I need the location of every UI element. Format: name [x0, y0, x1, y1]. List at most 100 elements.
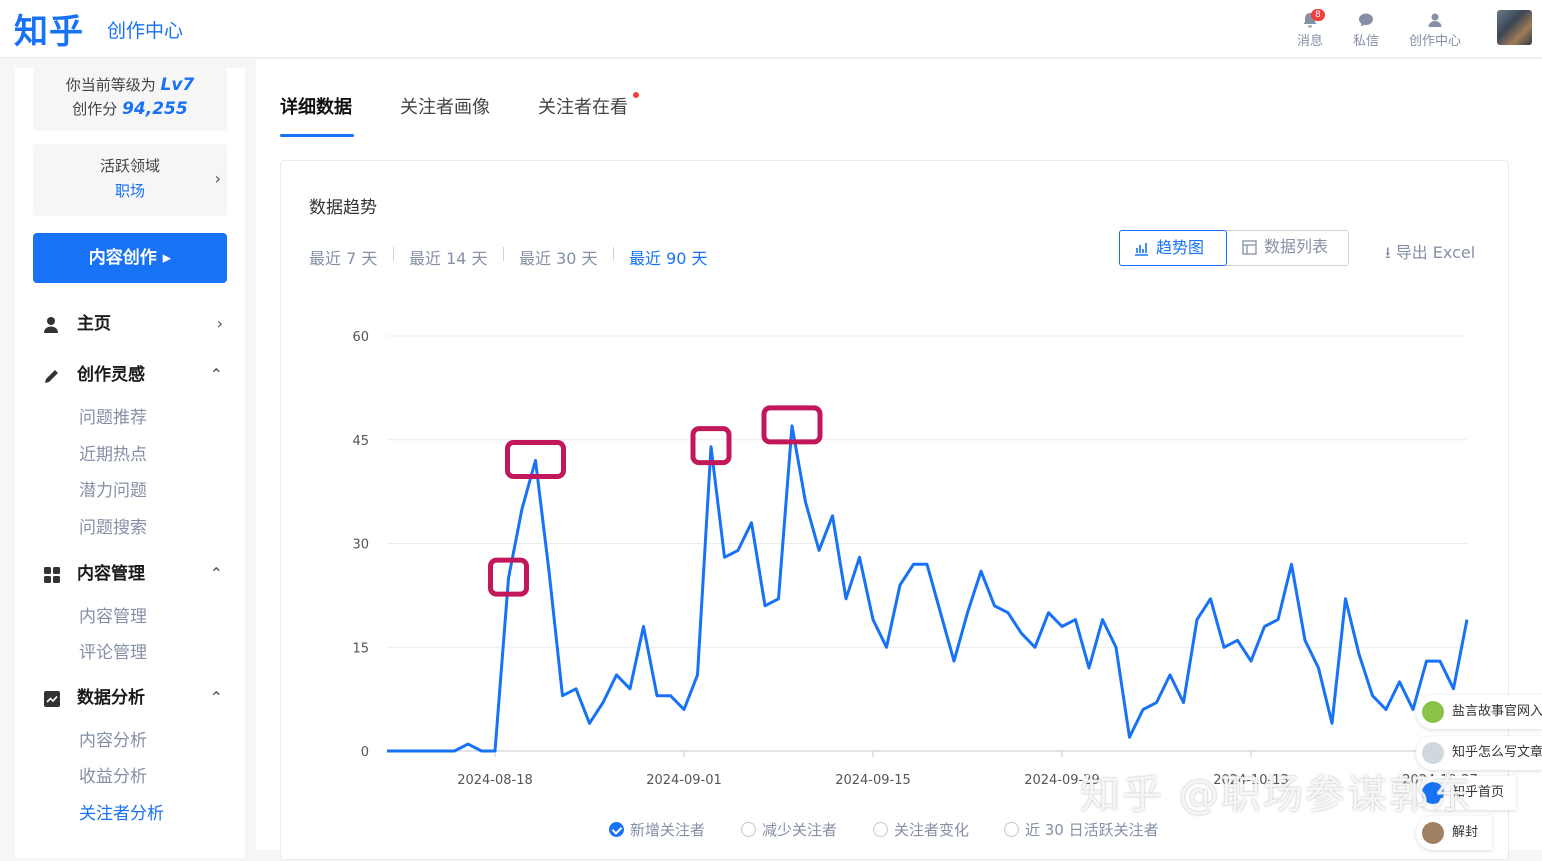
app-icon: [1422, 701, 1444, 723]
legend-label: 减少关注者: [762, 821, 838, 839]
export-label: 导出 Excel: [1395, 243, 1476, 262]
list-view-label: 数据列表: [1264, 237, 1329, 256]
chat-bubble-icon: [1359, 13, 1373, 27]
download-icon: ⭳: [1385, 243, 1391, 262]
range-30-days[interactable]: 最近 30 天: [519, 245, 598, 269]
range-14-days[interactable]: 最近 14 天: [409, 245, 488, 269]
trend-view-button[interactable]: 趋势图: [1119, 230, 1227, 266]
legend-label: 关注者变化: [894, 821, 970, 839]
bar-chart-icon: [1135, 243, 1148, 256]
nav-income-analysis[interactable]: 收益分析: [79, 763, 147, 791]
chevron-up-icon: ⌃: [209, 688, 223, 707]
tab-follower-profile[interactable]: 关注者画像: [400, 93, 490, 119]
legend-follower-change[interactable]: 关注者变化: [873, 819, 969, 840]
view-toggle: 趋势图 数据列表: [1119, 230, 1349, 266]
active-tab-indicator: [280, 134, 354, 137]
private-messages-label: 私信: [1352, 34, 1379, 49]
y-tick-label: 45: [352, 434, 369, 449]
x-tick-label: 2024-08-18: [457, 773, 533, 788]
radio-icon: [741, 822, 756, 837]
grid-icon: [44, 567, 60, 583]
nav-question-search[interactable]: 问题搜索: [79, 514, 147, 542]
nav-potential-questions[interactable]: 潜力问题: [79, 477, 147, 505]
divider: [613, 247, 614, 261]
level-line: 你当前等级为 Lv7: [33, 73, 227, 97]
nav-comment-manage[interactable]: 评论管理: [79, 639, 147, 667]
nav-content-management[interactable]: 内容管理 ⌃: [43, 559, 223, 589]
chevron-right-icon: ›: [214, 169, 221, 188]
legend-active-followers[interactable]: 近 30 日活跃关注者: [1004, 819, 1159, 840]
nav-question-recommend[interactable]: 问题推荐: [79, 404, 147, 432]
level-prefix: 你当前等级为: [65, 76, 156, 94]
legend-label: 新增关注者: [630, 821, 706, 839]
top-bar: 知乎 创作中心 8 消息 私信 创作中心: [0, 0, 1542, 58]
nav-recent-hot[interactable]: 近期热点: [79, 441, 147, 469]
zhihu-logo[interactable]: 知乎: [14, 4, 84, 53]
floating-label: 解封: [1452, 825, 1479, 840]
table-icon: [1242, 240, 1257, 255]
radio-icon: [873, 822, 888, 837]
avatar[interactable]: [1497, 10, 1532, 45]
legend-lost-followers[interactable]: 减少关注者: [741, 819, 837, 840]
messages-button[interactable]: 8 消息: [1280, 9, 1340, 49]
tab-followers-watching[interactable]: 关注者在看: [538, 93, 628, 119]
creator-center-button[interactable]: 创作中心: [1405, 11, 1465, 49]
nav-home-label: 主页: [77, 314, 111, 334]
x-tick-label: 2024-09-15: [835, 773, 911, 788]
y-tick-label: 60: [352, 330, 369, 345]
divider: [393, 247, 394, 261]
score-value: 94,255: [122, 99, 188, 119]
messages-badge: 8: [1311, 9, 1325, 21]
chart-icon: [44, 691, 60, 707]
export-excel-button[interactable]: ⭳ 导出 Excel: [1385, 239, 1475, 269]
range-7-days[interactable]: 最近 7 天: [309, 245, 377, 269]
user-icon: [1428, 13, 1442, 27]
y-tick-label: 15: [352, 641, 369, 656]
nav-data-analysis-label: 数据分析: [77, 688, 145, 708]
chevron-up-icon: ⌃: [209, 564, 223, 583]
radio-icon: [1004, 822, 1019, 837]
nav-content-manage[interactable]: 内容管理: [79, 603, 147, 631]
active-field-value: 职场: [114, 182, 145, 200]
active-field-card[interactable]: 活跃领域 职场 ›: [33, 144, 227, 216]
nav-data-analysis[interactable]: 数据分析 ⌃: [43, 683, 223, 713]
level-value: Lv7: [160, 75, 195, 95]
messages-label: 消息: [1296, 34, 1323, 49]
app-icon: [1422, 742, 1444, 764]
level-card: 你当前等级为 Lv7 创作分 94,255: [33, 68, 227, 131]
main-content: 详细数据 关注者画像 关注者在看 数据趋势 最近 7 天 最近 14 天 最近 …: [256, 60, 1542, 860]
nav-inspiration-label: 创作灵感: [77, 365, 145, 385]
trend-view-label: 趋势图: [1156, 238, 1205, 257]
y-tick-label: 30: [352, 538, 369, 553]
nav-home[interactable]: 主页 ›: [43, 309, 223, 339]
checkbox-checked-icon: [609, 822, 624, 837]
data-trend-panel: 数据趋势 最近 7 天 最近 14 天 最近 30 天 最近 90 天 趋势图 …: [280, 160, 1509, 860]
private-messages-button[interactable]: 私信: [1336, 11, 1396, 49]
nav-follower-analysis[interactable]: 关注者分析: [79, 800, 164, 828]
list-view-button[interactable]: 数据列表: [1228, 230, 1350, 266]
floating-label: 知乎怎么写文章: [1452, 745, 1542, 760]
y-tick-label: 0: [361, 745, 369, 760]
watermark: 知乎 @职场参谋郭东: [1080, 772, 1473, 818]
active-field-label: 活跃领域: [99, 157, 160, 175]
legend-new-followers[interactable]: 新增关注者: [609, 819, 705, 840]
legend-label: 近 30 日活跃关注者: [1025, 821, 1159, 839]
person-icon: [44, 317, 58, 333]
nav-content-analysis[interactable]: 内容分析: [79, 727, 147, 755]
range-90-days[interactable]: 最近 90 天: [629, 245, 708, 269]
floating-item[interactable]: 解封: [1416, 816, 1492, 850]
nav-inspiration[interactable]: 创作灵感 ⌃: [43, 360, 223, 390]
avatar-icon: [1422, 822, 1444, 844]
panel-title: 数据趋势: [309, 198, 377, 218]
divider: [503, 247, 504, 261]
chevron-up-icon: ⌃: [209, 365, 223, 384]
tab-detailed-data[interactable]: 详细数据: [280, 93, 352, 119]
chevron-right-icon: ›: [216, 314, 223, 333]
sidebar: 你当前等级为 Lv7 创作分 94,255 活跃领域 职场 › 内容创作 ▸ 主…: [15, 68, 245, 858]
floating-item[interactable]: 盐言故事官网入: [1416, 695, 1542, 729]
creator-center-label: 创作中心: [1408, 34, 1461, 49]
content-create-button[interactable]: 内容创作 ▸: [33, 233, 227, 283]
floating-label: 盐言故事官网入: [1452, 704, 1542, 719]
x-tick-label: 2024-09-01: [646, 773, 722, 788]
creator-center-title[interactable]: 创作中心: [107, 16, 183, 43]
